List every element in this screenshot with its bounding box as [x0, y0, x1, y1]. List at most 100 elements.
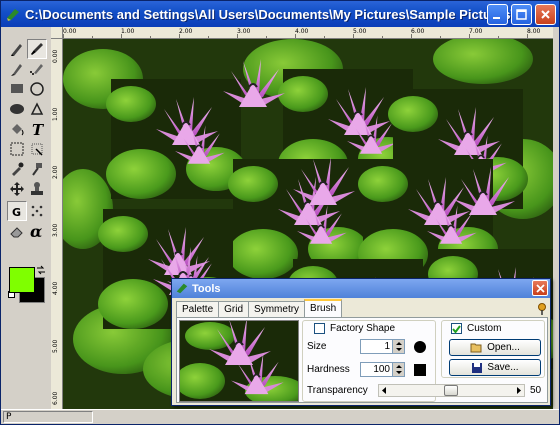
tools-tab-strip: Palette Grid Symmetry Brush — [176, 299, 343, 317]
pattern-tool[interactable] — [27, 201, 47, 221]
stamp-tool[interactable] — [27, 179, 47, 199]
spinner-arrows[interactable] — [392, 340, 404, 353]
ruler-tick-label: 0.00 — [52, 49, 59, 63]
fill-bucket-icon — [12, 124, 24, 136]
close-icon — [535, 283, 545, 293]
ruler-tick-label: 5.00 — [52, 339, 59, 353]
lasso-icon — [10, 142, 24, 156]
close-icon — [541, 10, 550, 19]
tab-grid[interactable]: Grid — [218, 301, 250, 317]
eraser-icon — [10, 227, 23, 238]
paint-palette-icon — [7, 9, 19, 21]
save-button[interactable]: Save... — [449, 359, 541, 376]
save-disk-icon — [472, 362, 483, 373]
pencil-icon — [11, 44, 22, 56]
tools-panel-titlebar[interactable]: Tools — [172, 279, 550, 298]
stamp-icon — [31, 182, 43, 195]
vertical-scrollbar[interactable] — [553, 27, 559, 409]
polygon-icon — [30, 102, 44, 115]
brush-preview — [179, 320, 299, 402]
hardness-spinner[interactable]: 100 — [360, 362, 405, 377]
grid-icon: G — [12, 206, 21, 219]
foreground-color-swatch[interactable] — [9, 267, 35, 293]
ruler-tick-label: 2.00 — [52, 165, 59, 179]
airbrush-icon — [30, 64, 43, 75]
rounded-rect-tool[interactable] — [7, 99, 27, 119]
spinner-arrows[interactable] — [392, 363, 404, 376]
ellipse-tool[interactable] — [27, 79, 47, 99]
text-icon: T — [32, 121, 45, 137]
ruler-tick-label: 4.00 — [52, 281, 59, 295]
tab-symmetry[interactable]: Symmetry — [248, 301, 306, 317]
pin-icon[interactable] — [536, 302, 548, 316]
transparency-slider-thumb[interactable] — [443, 385, 458, 396]
open-button[interactable]: Open... — [449, 339, 541, 356]
ellipse-icon — [30, 82, 44, 96]
custom-label: Custom — [467, 323, 502, 334]
minimize-button[interactable] — [487, 4, 508, 25]
round-brush-icon[interactable] — [413, 340, 427, 354]
fill-bucket-tool[interactable] — [7, 119, 27, 139]
polygon-tool[interactable] — [27, 99, 47, 119]
tools-panel-title: Tools — [192, 282, 221, 295]
grid-tool[interactable]: G — [7, 201, 27, 221]
tab-palette[interactable]: Palette — [176, 301, 220, 317]
lasso-tool[interactable] — [7, 139, 27, 159]
eraser-tool[interactable] — [7, 221, 27, 241]
maximize-button[interactable] — [511, 4, 532, 25]
factory-shape-label: Factory Shape — [330, 323, 396, 334]
svg-text:T: T — [32, 121, 45, 137]
pen-icon — [11, 64, 22, 76]
rounded-rect-icon — [10, 104, 24, 114]
slider-right-arrow-icon[interactable] — [514, 386, 523, 395]
brush-tool[interactable] — [27, 39, 47, 59]
alpha-icon: α — [30, 223, 42, 239]
square-brush-icon[interactable] — [413, 363, 427, 377]
minimize-icon — [493, 17, 500, 19]
open-button-label: Open... — [487, 342, 520, 353]
eyedropper-icon — [12, 162, 24, 176]
save-button-label: Save... — [487, 362, 519, 373]
ruler-tick-label: 1.00 — [52, 107, 59, 121]
move-tool[interactable] — [7, 179, 27, 199]
top-ruler: 0.00 1.00 2.00 3.00 4.00 5.00 6.00 7.00 … — [63, 27, 553, 39]
text-tool[interactable]: T — [27, 119, 47, 139]
maximize-icon — [516, 9, 527, 20]
left-ruler: 0.00 1.00 2.00 3.00 4.00 5.00 6.00 — [51, 39, 63, 409]
pencil-tool[interactable] — [7, 39, 27, 59]
tools-panel-close-button[interactable] — [532, 280, 548, 296]
window-title: C:\Documents and Settings\All Users\Docu… — [25, 6, 513, 22]
rectangle-icon — [11, 84, 23, 93]
alpha-tool[interactable]: α — [27, 221, 47, 241]
paint-palette-icon — [176, 283, 188, 294]
brush-icon — [31, 43, 43, 55]
ruler-corner — [51, 27, 63, 39]
airbrush-tool[interactable] — [27, 59, 47, 79]
pattern-icon — [31, 205, 43, 217]
size-label: Size — [307, 341, 327, 352]
checkmark-icon — [452, 325, 461, 334]
factory-shape-checkbox[interactable] — [314, 323, 325, 334]
toolbox: T G α — [3, 29, 51, 409]
size-spinner[interactable]: 1 — [360, 339, 405, 354]
transparency-label: Transparency — [307, 385, 368, 396]
pen-tool[interactable] — [7, 59, 27, 79]
custom-checkbox[interactable] — [451, 323, 462, 334]
title-bar[interactable]: C:\Documents and Settings\All Users\Docu… — [1, 1, 559, 27]
magic-wand-tool[interactable] — [27, 139, 47, 159]
hammer-icon — [32, 163, 42, 176]
open-folder-icon — [470, 343, 482, 353]
slider-left-arrow-icon[interactable] — [380, 386, 389, 395]
hammer-tool[interactable] — [27, 159, 47, 179]
hardness-value: 100 — [373, 364, 390, 375]
swap-colors-icon[interactable] — [36, 265, 46, 275]
close-button[interactable] — [535, 4, 556, 25]
magic-wand-icon — [31, 143, 43, 156]
status-cell: P — [3, 411, 93, 423]
tab-brush[interactable]: Brush — [304, 299, 343, 317]
transparency-slider[interactable] — [378, 384, 525, 397]
rectangle-tool[interactable] — [7, 79, 27, 99]
ruler-tick-label: 6.00 — [52, 391, 59, 405]
status-bar: P — [1, 409, 559, 424]
eyedropper-tool[interactable] — [7, 159, 27, 179]
